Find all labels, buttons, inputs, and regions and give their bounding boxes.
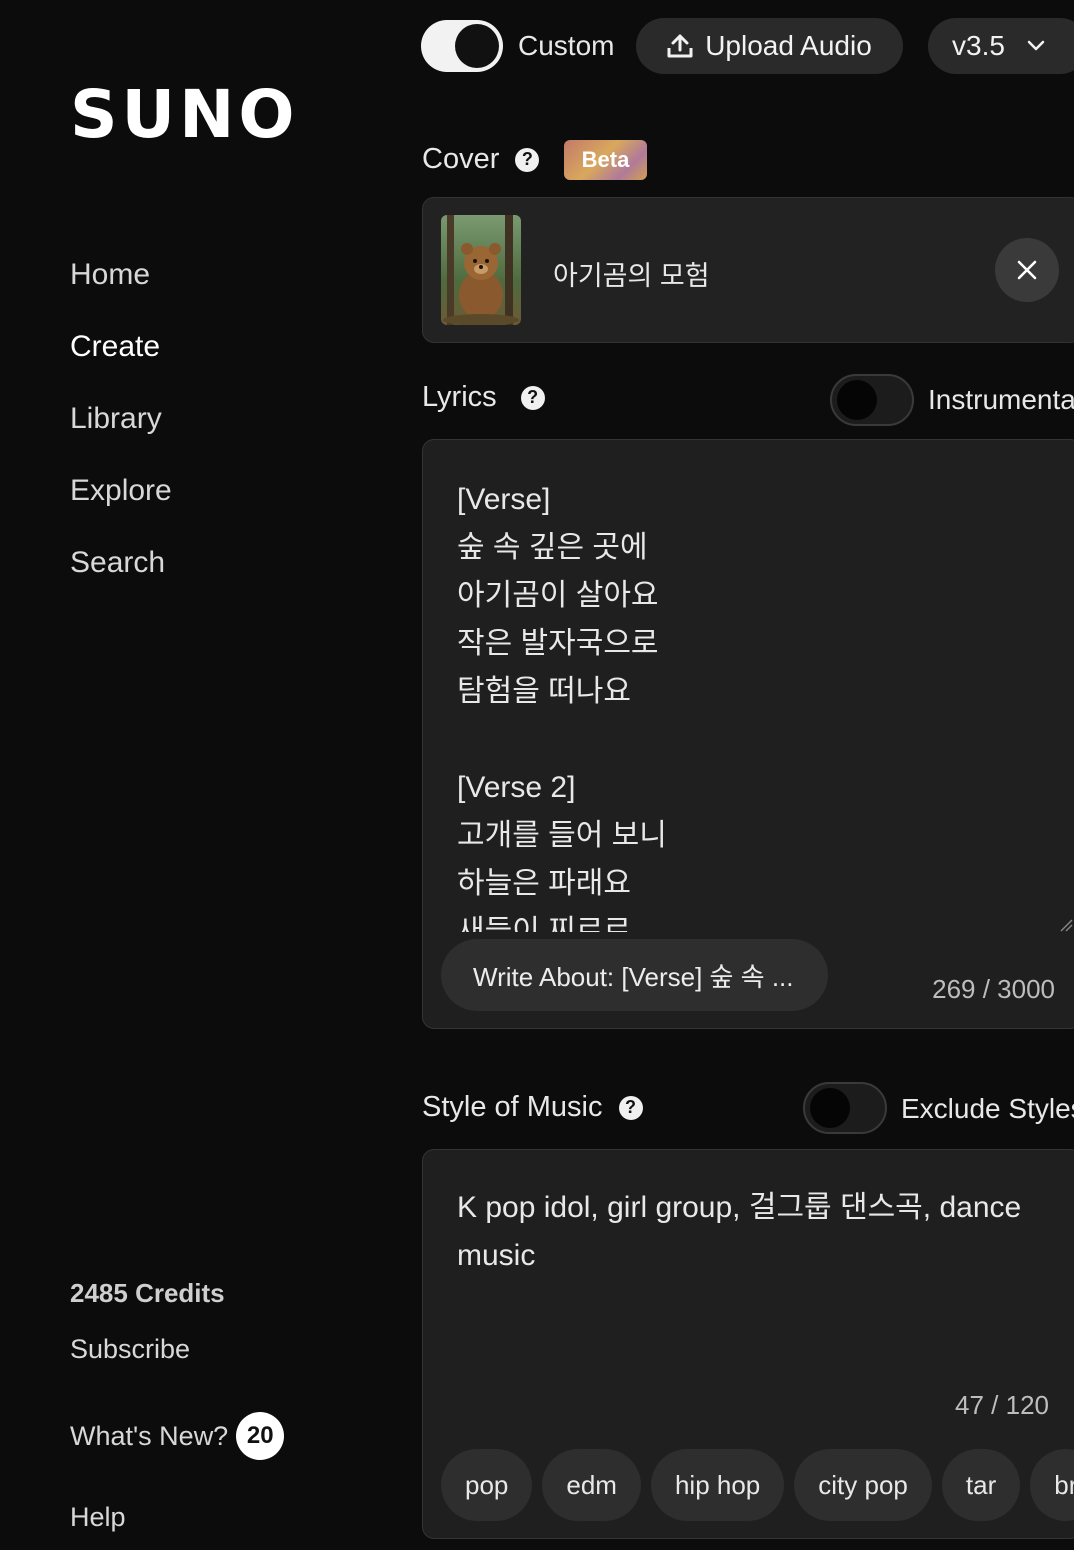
nav-explore[interactable]: Explore: [70, 474, 172, 508]
style-help-icon[interactable]: ?: [618, 1095, 643, 1120]
close-icon: [1017, 260, 1037, 280]
upload-audio-button[interactable]: Upload Audio: [636, 18, 903, 74]
custom-toggle[interactable]: [421, 20, 503, 72]
cover-section-label: Cover ?: [422, 143, 540, 176]
style-label: Style of Music: [422, 1091, 603, 1123]
lyrics-char-count: 269 / 3000: [932, 974, 1055, 1004]
cover-title: 아기곰의 모험: [553, 261, 710, 291]
nav-library[interactable]: Library: [70, 402, 162, 436]
subscribe-link[interactable]: Subscribe: [70, 1334, 190, 1365]
version-select[interactable]: v3.5: [928, 18, 1074, 74]
style-chip[interactable]: edm: [542, 1449, 641, 1521]
chevron-down-icon: [1027, 40, 1045, 51]
style-char-count: 47 / 120: [955, 1390, 1049, 1420]
remove-cover-button[interactable]: [995, 238, 1059, 302]
lyrics-section-label: Lyrics ?: [422, 381, 545, 414]
style-chip[interactable]: tar: [941, 1449, 1021, 1521]
exclude-styles-toggle[interactable]: [803, 1082, 887, 1134]
lyrics-text: [Verse] 숲 속 깊은 곳에 아기곰이 살아요 작은 발자국으로 탐험을 …: [457, 483, 667, 932]
style-chip[interactable]: br: [1030, 1449, 1074, 1521]
whats-new-label: What's New?: [70, 1420, 229, 1451]
suno-create-page: SUNO Home Create Library Explore Search …: [0, 0, 1074, 1550]
suno-logo[interactable]: SUNO: [70, 76, 298, 153]
resize-handle-icon[interactable]: [1059, 918, 1073, 932]
style-chip[interactable]: hip hop: [650, 1449, 785, 1521]
lyrics-help-icon[interactable]: ?: [520, 385, 545, 410]
instrumental-label: Instrumental: [928, 384, 1074, 415]
upload-icon: [667, 34, 693, 58]
style-chip[interactable]: city pop: [794, 1449, 932, 1521]
write-about-button[interactable]: Write About: [Verse] 숲 속 ...: [441, 939, 828, 1011]
style-section-label: Style of Music ?: [422, 1091, 643, 1124]
instrumental-toggle[interactable]: [830, 374, 914, 426]
nav-create[interactable]: Create: [70, 330, 160, 364]
cover-label: Cover: [422, 143, 500, 175]
credits-count: 2485 Credits: [70, 1278, 225, 1308]
exclude-styles-toggle-knob: [810, 1088, 850, 1128]
upload-audio-label: Upload Audio: [705, 30, 872, 61]
nav-search[interactable]: Search: [70, 546, 165, 580]
lyrics-label: Lyrics: [422, 381, 497, 413]
cover-help-icon[interactable]: ?: [515, 147, 540, 172]
help-link[interactable]: Help: [70, 1502, 126, 1533]
beta-badge: Beta: [564, 140, 647, 180]
style-text: K pop idol, girl group, 걸그룹 댄스곡, dance m…: [457, 1191, 1022, 1272]
instrumental-toggle-knob: [837, 380, 877, 420]
sidebar: SUNO Home Create Library Explore Search …: [0, 0, 400, 1550]
whats-new-badge: 20: [236, 1412, 285, 1460]
nav-home[interactable]: Home: [70, 258, 150, 292]
cover-card: 아기곰의 모험: [422, 197, 1074, 343]
style-chip[interactable]: pop: [441, 1449, 533, 1521]
whats-new-link[interactable]: What's New? 20: [70, 1412, 285, 1460]
exclude-styles-label: Exclude Styles: [901, 1093, 1074, 1124]
lyrics-textarea[interactable]: [Verse] 숲 속 깊은 곳에 아기곰이 살아요 작은 발자국으로 탐험을 …: [422, 439, 1074, 1029]
custom-label: Custom: [518, 30, 615, 61]
version-label: v3.5: [952, 30, 1005, 61]
style-textarea[interactable]: K pop idol, girl group, 걸그룹 댄스곡, dance m…: [422, 1149, 1074, 1539]
custom-toggle-knob: [455, 24, 499, 68]
cover-artwork: [441, 215, 521, 325]
style-suggestions: pop edm hip hop city pop tar br: [441, 1449, 1074, 1521]
